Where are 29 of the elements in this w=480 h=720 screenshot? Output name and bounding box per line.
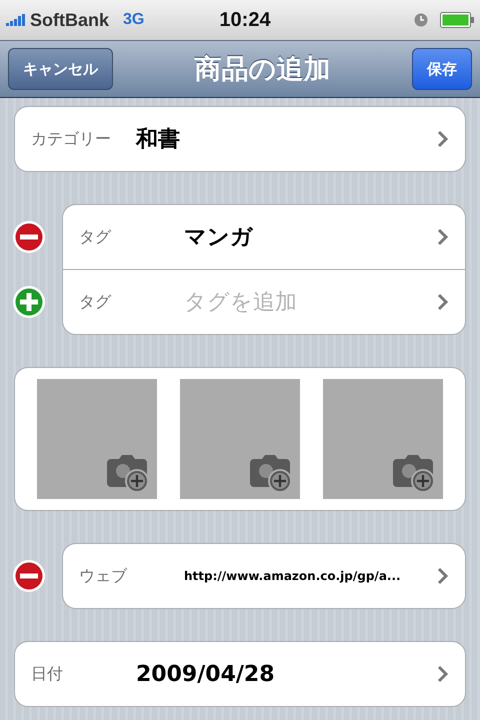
row-label: カテゴリー xyxy=(31,128,112,150)
row-label: タグ xyxy=(79,292,112,312)
screen-title: 商品の追加 xyxy=(194,53,330,87)
chevron-icon xyxy=(437,567,449,585)
cancel-button[interactable]: キャンセル xyxy=(8,48,113,90)
row-value[interactable]: マンガ xyxy=(184,222,437,252)
photo-slot[interactable] xyxy=(323,379,443,499)
row-value[interactable]: http://www.amazon.co.jp/gp/a... xyxy=(184,569,437,583)
chevron-icon xyxy=(437,228,449,246)
carrier-name: SoftBank xyxy=(30,10,110,30)
chevron-icon xyxy=(437,293,449,311)
row-label: 日付 xyxy=(31,664,64,684)
row-value[interactable]: 2009/04/28 xyxy=(136,662,437,686)
row-label: ウェブ xyxy=(79,566,128,586)
photo-slot[interactable] xyxy=(180,379,300,499)
alarm-icon xyxy=(414,13,428,27)
remove-icon[interactable] xyxy=(12,558,46,592)
row-label: タグ xyxy=(79,226,112,248)
chevron-icon xyxy=(437,665,449,683)
photo-slot[interactable] xyxy=(37,379,157,499)
add-icon[interactable] xyxy=(12,284,46,318)
signal-icon xyxy=(6,14,26,26)
row-value[interactable]: 和書 xyxy=(136,124,437,154)
save-button[interactable]: 保存 xyxy=(412,48,472,90)
chevron-icon xyxy=(437,130,449,148)
network-type: 3G xyxy=(123,11,144,29)
clock-time: 10:24 xyxy=(219,8,271,32)
battery-icon xyxy=(440,12,474,28)
remove-icon[interactable] xyxy=(12,220,46,254)
